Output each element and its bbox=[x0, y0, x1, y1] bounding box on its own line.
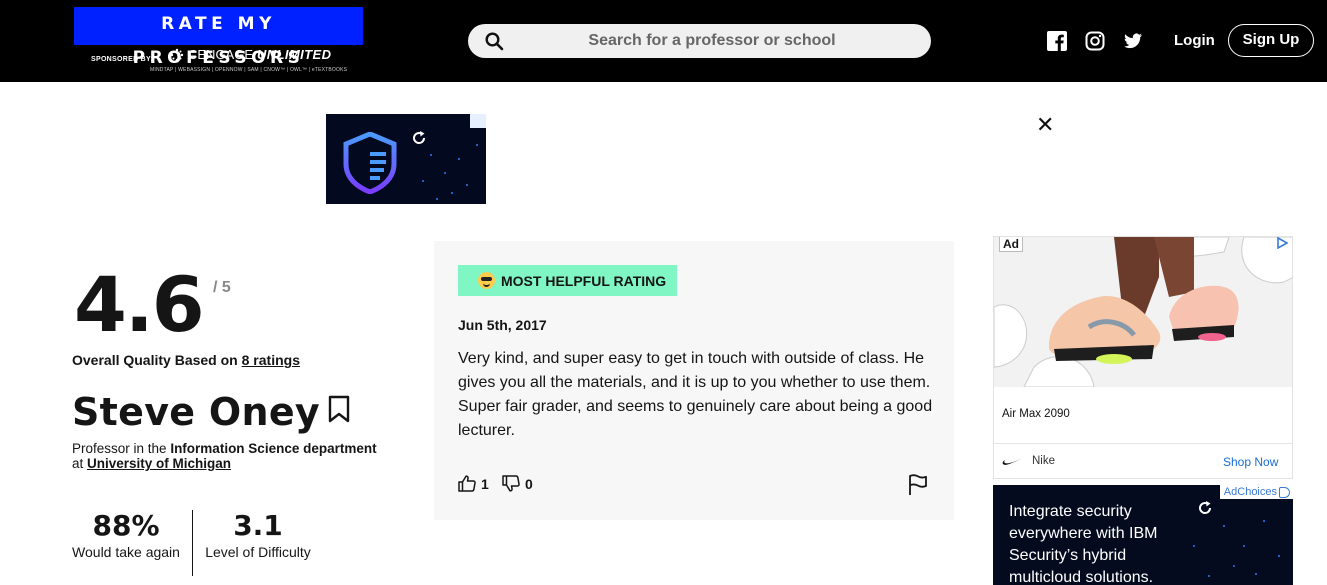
professor-name: Steve Oney bbox=[72, 390, 320, 434]
logo-tab-decoration bbox=[345, 36, 355, 46]
thumbs-up-count: 1 bbox=[481, 476, 489, 492]
thumbs-down-button[interactable]: 0 bbox=[502, 475, 533, 492]
cengage-text: CENGAGE bbox=[188, 47, 254, 62]
would-take-again-label: Would take again bbox=[72, 544, 180, 560]
difficulty-label: Level of Difficulty bbox=[205, 544, 311, 560]
bookmark-icon[interactable] bbox=[328, 395, 350, 423]
report-flag-icon[interactable] bbox=[908, 474, 928, 496]
ratings-count-link[interactable]: 8 ratings bbox=[242, 352, 300, 368]
twitter-icon[interactable] bbox=[1123, 31, 1143, 51]
search-bar[interactable] bbox=[468, 24, 931, 58]
would-take-again-value: 88% bbox=[92, 509, 160, 542]
site-header: RATE MY PROFESSORS SPONSORED BY: CENGAGE… bbox=[0, 0, 1327, 82]
signup-button[interactable]: Sign Up bbox=[1228, 24, 1314, 57]
dept-at: at bbox=[72, 456, 84, 471]
search-icon bbox=[485, 32, 504, 51]
difficulty-stat: 3.1 Level of Difficulty bbox=[204, 509, 312, 560]
sponsored-by-label: SPONSORED BY: bbox=[91, 56, 154, 63]
cengage-logo[interactable]: CENGAGE UNLIMITED bbox=[170, 47, 331, 62]
most-helpful-review-card: MOST HELPFUL RATING Jun 5th, 2017 Very k… bbox=[434, 241, 954, 520]
close-ad-icon[interactable]: ✕ bbox=[1036, 114, 1054, 136]
sneaker-image bbox=[994, 237, 1292, 387]
overall-rating: 4.6 bbox=[74, 260, 205, 349]
instagram-icon[interactable] bbox=[1085, 31, 1105, 51]
dept-prefix: Professor in the bbox=[72, 441, 167, 456]
department-link[interactable]: Information Science department bbox=[170, 441, 376, 456]
top-banner-ad[interactable] bbox=[326, 114, 486, 204]
search-input[interactable] bbox=[512, 24, 912, 58]
review-date: Jun 5th, 2017 bbox=[458, 317, 547, 333]
ibm-ad-text: Integrate security everywhere with IBM S… bbox=[1009, 503, 1158, 585]
would-take-again-stat: 88% Would take again bbox=[72, 509, 180, 560]
adchoices-icon[interactable] bbox=[1276, 237, 1288, 249]
ad-brand-name: Nike bbox=[1032, 455, 1056, 467]
ad-product-name[interactable]: Air Max 2090 bbox=[1002, 408, 1070, 420]
thumbs-down-icon bbox=[502, 475, 520, 492]
thumbs-up-icon bbox=[458, 475, 476, 492]
nike-swoosh-icon bbox=[1002, 458, 1023, 465]
adchoices-link[interactable]: AdChoices bbox=[1219, 485, 1293, 499]
site-logo[interactable]: RATE MY PROFESSORS bbox=[74, 7, 363, 68]
badge-label: MOST HELPFUL RATING bbox=[501, 272, 667, 289]
rating-scale: / 5 bbox=[213, 279, 231, 296]
overall-quality-prefix: Overall Quality Based on bbox=[72, 352, 238, 368]
adchoices-icon[interactable] bbox=[470, 114, 486, 128]
ibm-security-ad[interactable]: AdChoices Integrate security everywhere … bbox=[993, 485, 1293, 585]
shop-now-button[interactable]: Shop Now bbox=[1223, 455, 1278, 469]
overall-quality-text: Overall Quality Based on 8 ratings bbox=[72, 352, 300, 368]
login-button[interactable]: Login bbox=[1174, 32, 1215, 49]
thumbs-down-count: 0 bbox=[525, 476, 533, 492]
most-helpful-badge: MOST HELPFUL RATING bbox=[458, 265, 677, 296]
difficulty-value: 3.1 bbox=[233, 509, 283, 542]
ad-divider bbox=[994, 443, 1292, 444]
cengage-star-icon bbox=[170, 48, 184, 61]
facebook-icon[interactable] bbox=[1047, 31, 1067, 51]
school-link[interactable]: University of Michigan bbox=[87, 456, 231, 471]
replay-icon[interactable] bbox=[411, 130, 427, 146]
cengage-products: MINDTAP | WEBASSIGN | OPENNOW | SAM | CN… bbox=[150, 67, 348, 73]
ad-label: Ad bbox=[999, 237, 1023, 252]
cengage-unlimited-text: UNLIMITED bbox=[257, 47, 332, 62]
sunglasses-emoji-icon bbox=[478, 272, 495, 289]
thumbs-up-button[interactable]: 1 bbox=[458, 475, 489, 492]
logo-text: RATE MY PROFESSORS bbox=[132, 14, 305, 68]
stat-divider bbox=[192, 510, 193, 576]
security-shield-icon bbox=[343, 132, 397, 194]
nike-display-ad[interactable]: Ad Air Max 2090 Nike Shop Now bbox=[993, 236, 1293, 479]
professor-department-info: Professor in the Information Science dep… bbox=[72, 441, 412, 471]
review-text: Very kind, and super easy to get in touc… bbox=[458, 350, 933, 439]
replay-icon[interactable] bbox=[1197, 500, 1213, 516]
ad-product-image[interactable]: Ad bbox=[994, 237, 1292, 387]
